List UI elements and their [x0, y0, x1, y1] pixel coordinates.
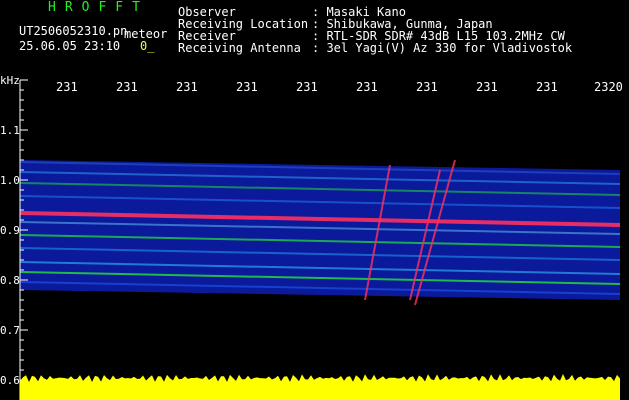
x-tick-label: 231	[536, 80, 558, 94]
y-tick-label: 0.6	[0, 374, 20, 387]
y-tick-label: 0.9	[0, 224, 20, 237]
x-tick-label: 231	[356, 80, 378, 94]
file-name: UT2506052310.pn	[19, 24, 128, 38]
x-tick-label: 2320	[594, 80, 623, 94]
antenna-label: Receiving Antenna	[178, 41, 301, 55]
x-tick-label: 231	[176, 80, 198, 94]
y-tick-label: 0.8	[0, 274, 20, 287]
y-axis-unit: kHz	[0, 74, 20, 87]
x-tick-label: 231	[236, 80, 258, 94]
antenna-value: : 3el Yagi(V) Az 330 for Vladivostok	[312, 41, 573, 55]
x-tick-label: 231	[116, 80, 138, 94]
timestamp: 25.06.05 23:10	[19, 39, 121, 53]
count-marker: 0_	[140, 39, 155, 53]
x-tick-label: 231	[476, 80, 498, 94]
y-tick-label: 1.1	[0, 124, 20, 137]
signal-level-trace	[20, 374, 620, 400]
x-tick-label: 231	[416, 80, 438, 94]
y-tick-label: 0.7	[0, 324, 20, 337]
spectrogram-plot	[19, 79, 621, 400]
x-tick-label: 231	[296, 80, 318, 94]
app-title: HROFFT	[48, 0, 149, 15]
x-tick-label: 231	[56, 80, 78, 94]
y-tick-label: 1.0	[0, 174, 20, 187]
